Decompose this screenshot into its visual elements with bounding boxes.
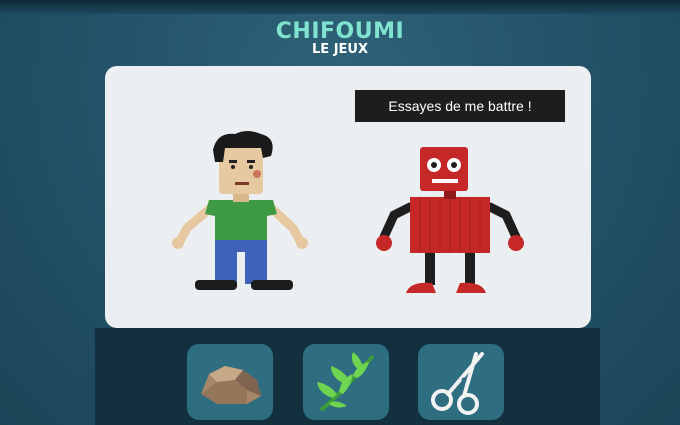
page-title: CHIFOUMI [275, 19, 405, 44]
scissors-button[interactable] [418, 344, 504, 420]
leaf-icon [317, 352, 375, 412]
scissors-icon [431, 352, 484, 415]
robot-character [376, 147, 524, 293]
human-character [172, 131, 308, 290]
rock-icon [201, 366, 261, 404]
speech-bubble: Essayes de me battre ! [355, 90, 565, 122]
page-subtitle: LE JEUX [312, 42, 368, 57]
rock-button[interactable] [187, 344, 273, 420]
leaf-button[interactable] [303, 344, 389, 420]
top-strip [0, 0, 680, 14]
